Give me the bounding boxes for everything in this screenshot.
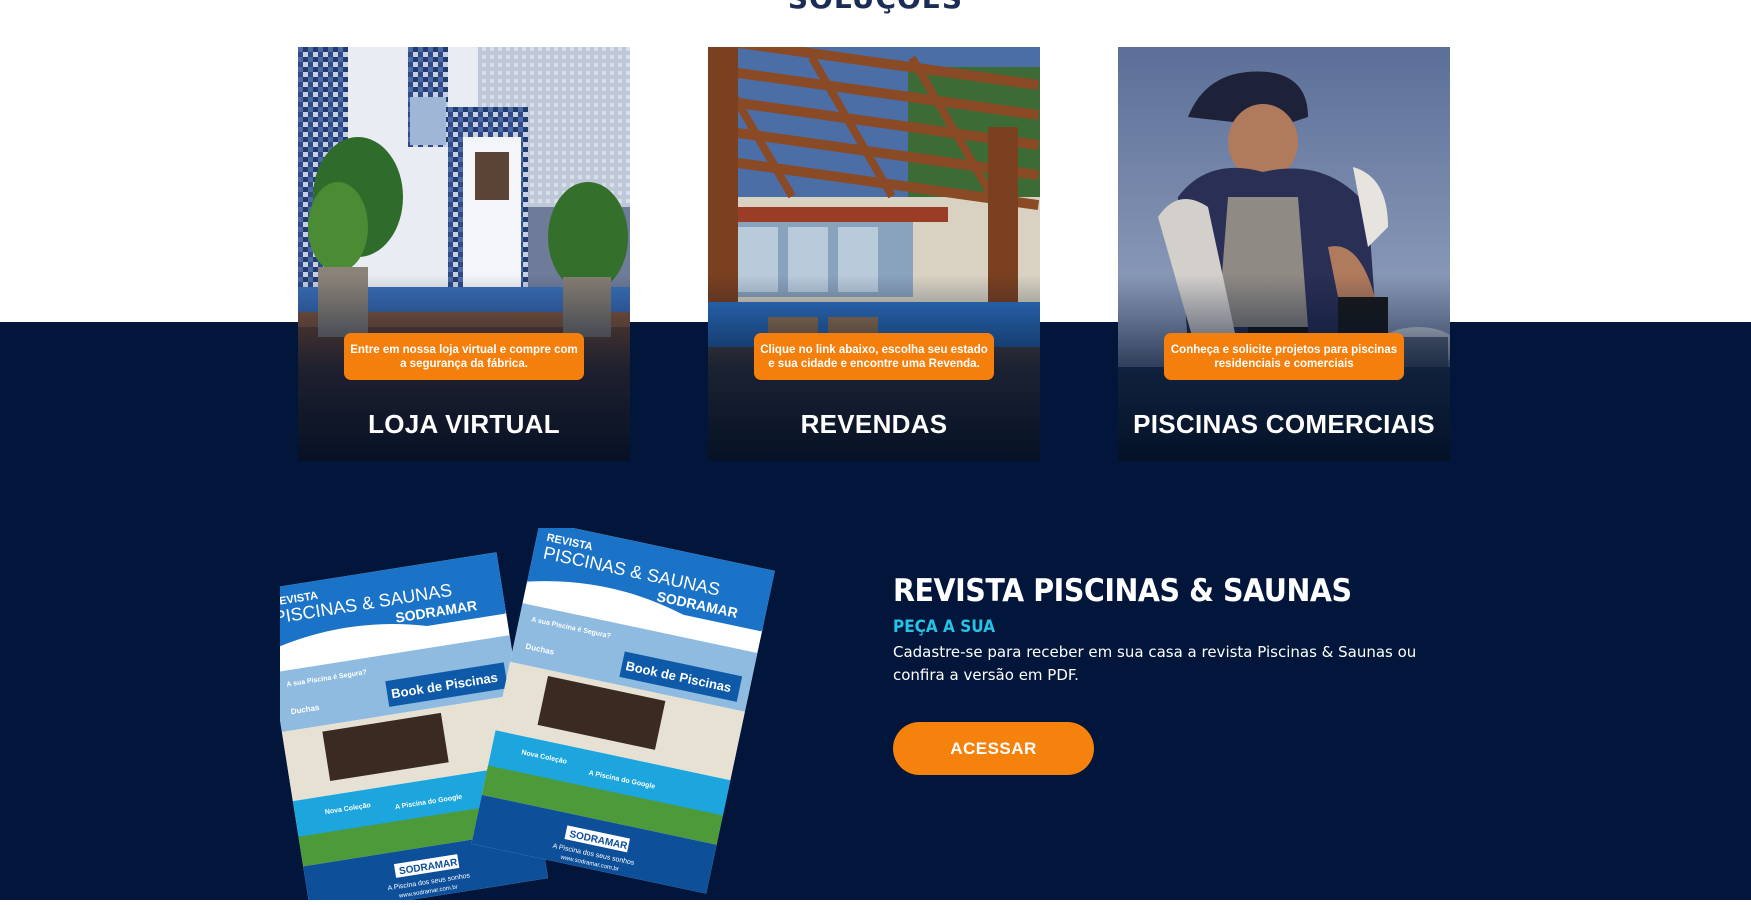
promo-description: Cadastre-se para receber em sua casa a r… [893,643,1417,684]
card-badge: Clique no link abaixo, escolha seu estad… [754,333,994,380]
promo-title: REVISTA PISCINAS & SAUNAS [893,573,1352,609]
card-title: LOJA VIRTUAL [368,409,560,439]
section-title: SOLUÇÕES [0,0,1751,15]
card-gradient-overlay [298,47,630,461]
card-gradient-overlay [1118,47,1450,461]
acessar-button[interactable]: ACESSAR [893,722,1094,775]
promo-subtitle: PEÇA A SUA [893,617,996,637]
card-badge: Entre em nossa loja virtual e compre com… [344,333,584,380]
card-piscinas-comerciais[interactable]: Conheça e solicite projetos para piscina… [1118,47,1450,461]
magazine-covers-image: REVISTA PISCINAS & SAUNAS SODRAMAR Book … [259,520,800,905]
card-revendas[interactable]: Clique no link abaixo, escolha seu estad… [708,47,1040,461]
card-loja-virtual[interactable]: Entre em nossa loja virtual e compre com… [298,47,630,461]
magazine-cover-front: REVISTA PISCINAS & SAUNAS SODRAMAR Book … [471,520,775,894]
card-title: REVENDAS [800,409,948,439]
card-badge: Conheça e solicite projetos para piscina… [1164,333,1404,380]
card-title: PISCINAS COMERCIAIS [1133,409,1435,439]
card-gradient-overlay [708,47,1040,461]
